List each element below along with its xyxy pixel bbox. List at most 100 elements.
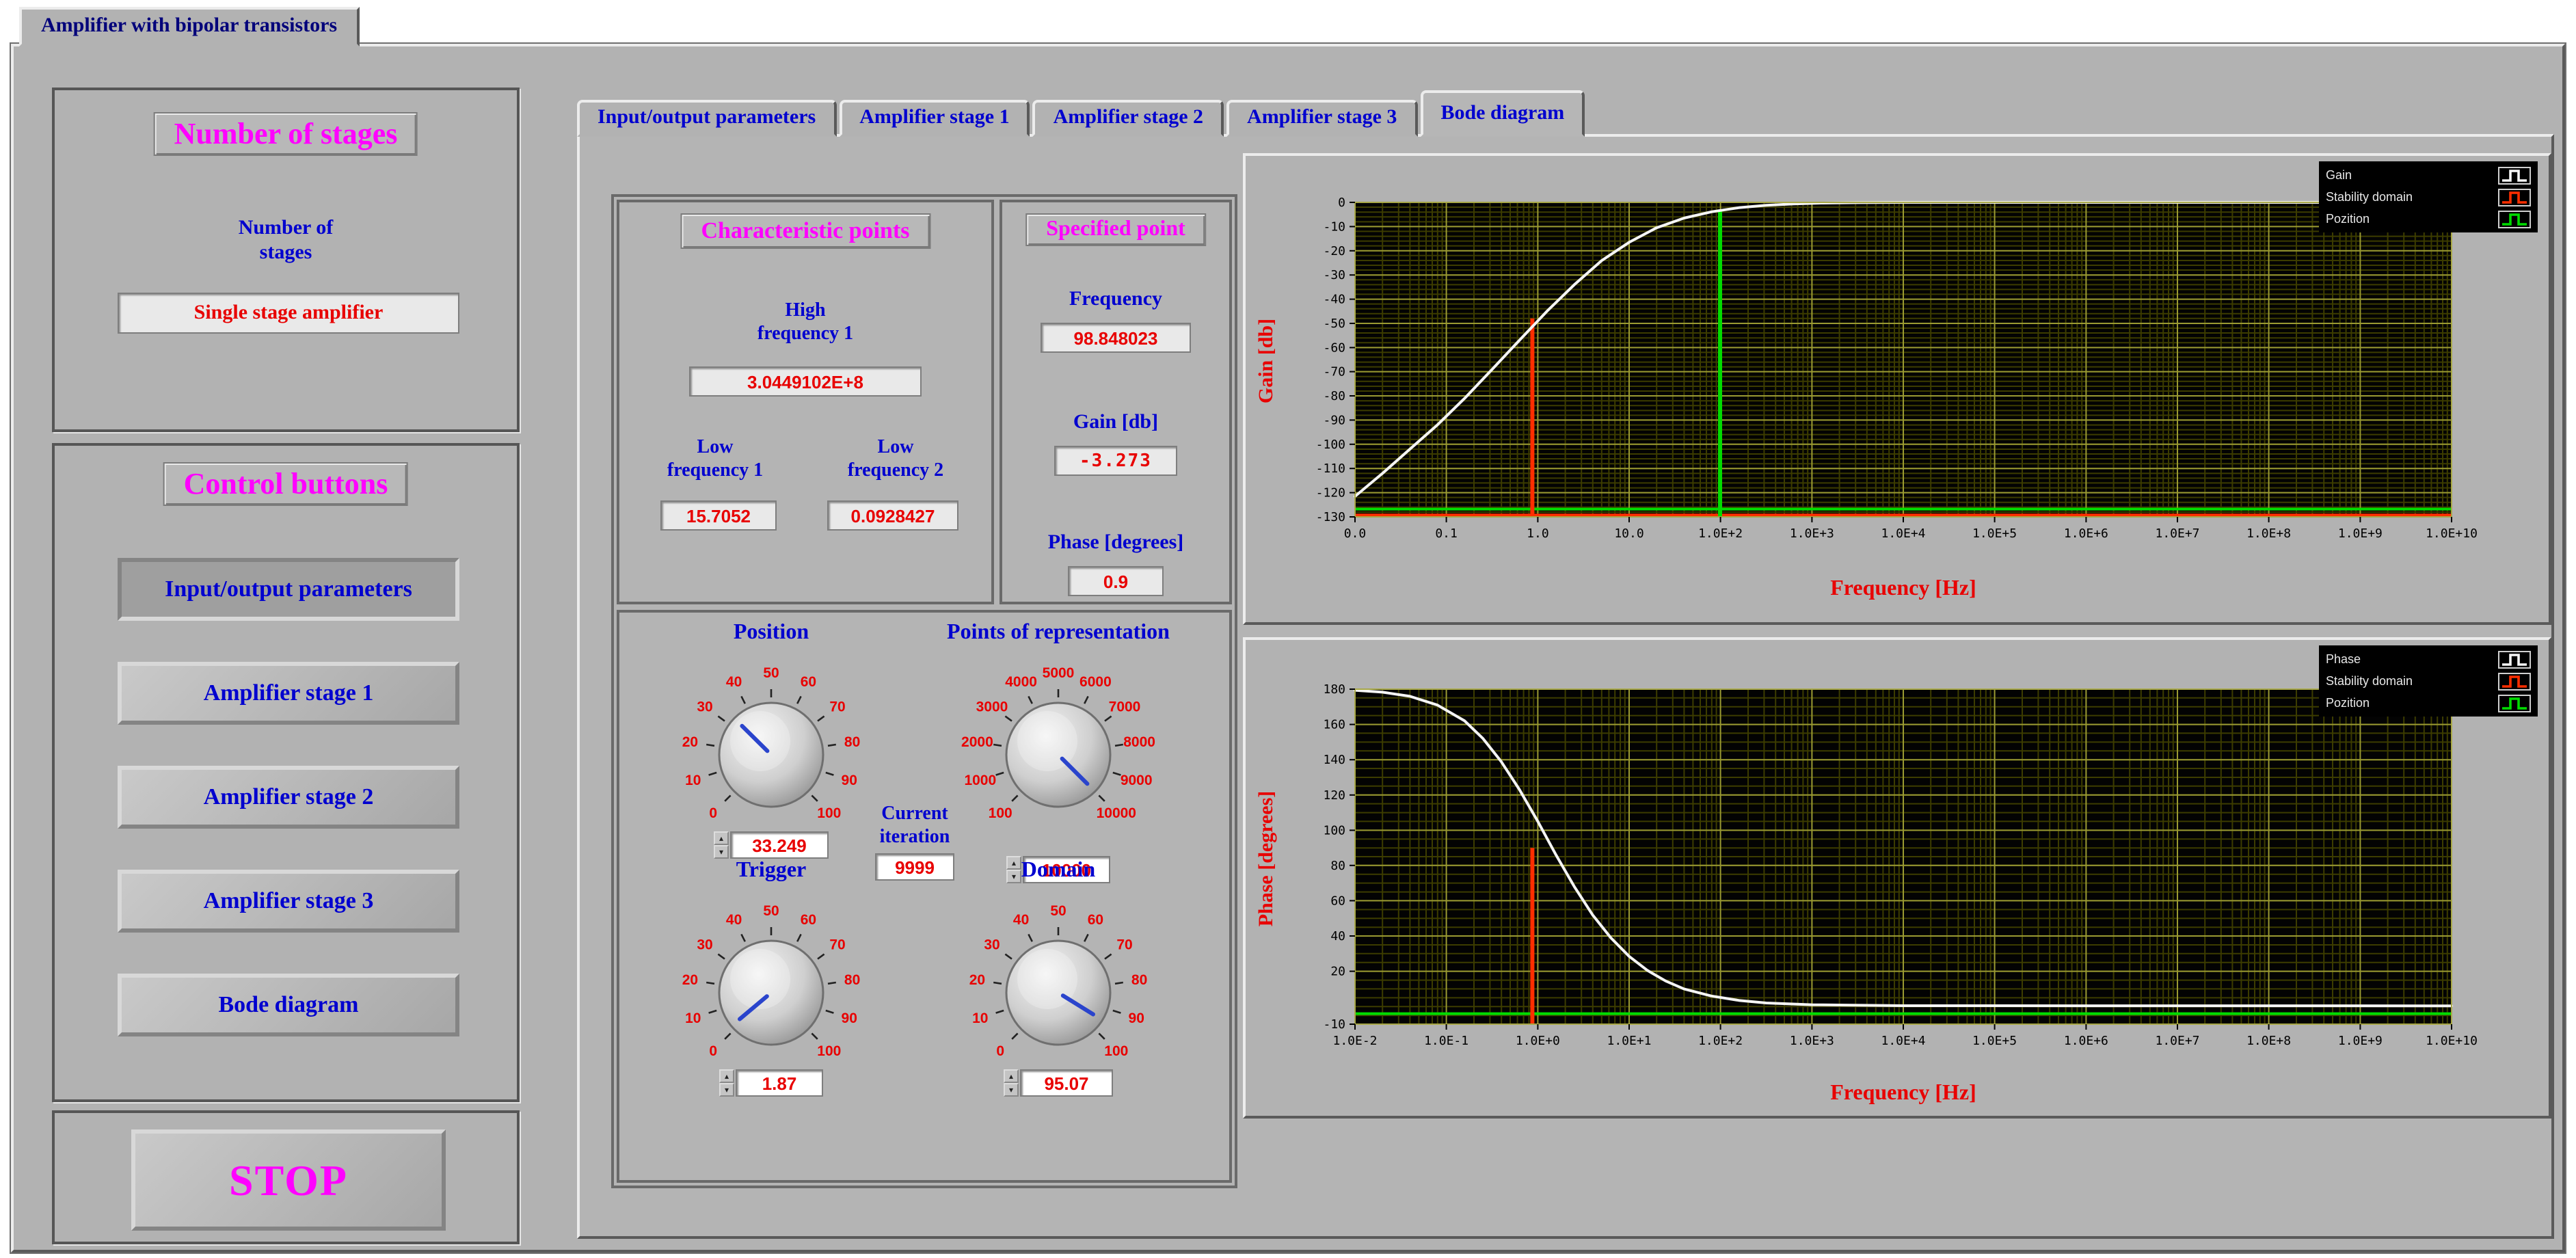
spinner-down-icon[interactable]: ▾ — [714, 845, 729, 859]
svg-text:-100: -100 — [1316, 438, 1345, 452]
number-of-stages-value[interactable]: Single stage amplifier — [118, 293, 459, 334]
svg-text:30: 30 — [697, 937, 712, 952]
svg-text:1.0E-1: 1.0E-1 — [1424, 1034, 1468, 1048]
spinner-up-icon[interactable]: ▴ — [719, 1069, 734, 1083]
svg-text:10: 10 — [685, 1011, 701, 1026]
low-frequency1-value[interactable]: 15.7052 — [660, 500, 777, 531]
phase-chart-legend[interactable]: Phase Stability domain Pozition — [2319, 645, 2538, 717]
characteristic-points-group: Characteristic points High frequency 1 3… — [617, 200, 994, 604]
position-value[interactable]: 33.249 — [730, 831, 829, 859]
spinner-down-icon[interactable]: ▾ — [1004, 1083, 1019, 1097]
spinner-up-icon[interactable]: ▴ — [1004, 1069, 1019, 1083]
svg-text:0: 0 — [709, 1043, 717, 1059]
high-frequency-label: High frequency 1 — [619, 301, 991, 347]
svg-text:70: 70 — [829, 937, 845, 952]
svg-text:160: 160 — [1323, 718, 1345, 732]
legend-label: Phase — [2326, 652, 2361, 666]
control-buttons-list: Input/output parameters Amplifier stage 1… — [118, 558, 459, 1036]
legend-label: Pozition — [2326, 696, 2370, 710]
low-frequency1-label: Low frequency 1 — [633, 438, 797, 483]
phase-chart: Phase [degrees] 18016014012010080604020-… — [1243, 637, 2551, 1119]
specified-point-group: Specified point Frequency 98.848023 Gain… — [999, 200, 1232, 604]
svg-text:40: 40 — [1330, 929, 1345, 944]
svg-text:5000: 5000 — [1043, 665, 1075, 681]
domain-knob[interactable]: 0102030405060708090100 — [949, 881, 1168, 1099]
gain-chart-legend[interactable]: Gain Stability domain Pozition — [2319, 161, 2538, 232]
number-of-stages-label: Number of stages — [55, 216, 517, 265]
window-tab[interactable]: Amplifier with bipolar transistors — [19, 7, 359, 46]
svg-text:1.0E+10: 1.0E+10 — [2426, 526, 2478, 541]
legend-line-icon — [2498, 188, 2531, 206]
svg-text:1.0E+6: 1.0E+6 — [2064, 526, 2108, 541]
svg-text:1.0E+4: 1.0E+4 — [1881, 1034, 1925, 1048]
svg-text:100: 100 — [817, 805, 841, 821]
low-frequency2-value[interactable]: 0.0928427 — [827, 500, 958, 531]
svg-text:1.0E+7: 1.0E+7 — [2155, 526, 2199, 541]
svg-text:10: 10 — [685, 773, 701, 788]
control-buttons-group: Control buttons Input/output parametersA… — [52, 443, 520, 1102]
svg-text:1.0E+9: 1.0E+9 — [2338, 526, 2383, 541]
svg-text:30: 30 — [697, 699, 712, 714]
bode-diagram-tab-panel: Characteristic points High frequency 1 3… — [577, 134, 2554, 1239]
spinner-down-icon[interactable]: ▾ — [719, 1083, 734, 1097]
svg-text:140: 140 — [1323, 753, 1345, 767]
characteristic-points-title: Characteristic points — [680, 213, 930, 249]
svg-text:100: 100 — [989, 805, 1012, 821]
low-frequency2-label: Low frequency 2 — [814, 438, 978, 483]
svg-text:20: 20 — [682, 972, 698, 988]
legend-item-gain[interactable]: Gain — [2326, 165, 2531, 185]
button-amplifier-stage-3[interactable]: Amplifier stage 3 — [118, 870, 459, 933]
high-frequency-value[interactable]: 3.0449102E+8 — [689, 366, 922, 397]
svg-text:90: 90 — [1129, 1011, 1144, 1026]
svg-text:4000: 4000 — [1005, 674, 1037, 690]
current-iteration-label: Current iteration — [846, 804, 983, 850]
legend-item-pozition[interactable]: Pozition — [2326, 209, 2531, 228]
spinner-up-icon[interactable]: ▴ — [714, 831, 729, 845]
legend-item-stability-domain[interactable]: Stability domain — [2326, 671, 2531, 691]
svg-text:20: 20 — [1330, 965, 1345, 979]
trigger-knob[interactable]: 0102030405060708090100 — [662, 881, 881, 1099]
svg-text:1.0E+5: 1.0E+5 — [1972, 1034, 2017, 1048]
svg-text:1.0E+5: 1.0E+5 — [1972, 526, 2017, 541]
legend-line-icon — [2498, 672, 2531, 690]
svg-text:3000: 3000 — [976, 699, 1008, 714]
trigger-knob-label: Trigger — [662, 859, 881, 883]
position-knob-label: Position — [662, 621, 881, 645]
position-spinner[interactable]: ▴▾ — [714, 831, 729, 859]
legend-label: Pozition — [2326, 212, 2370, 226]
svg-text:180: 180 — [1323, 682, 1345, 697]
button-bode-diagram[interactable]: Bode diagram — [118, 974, 459, 1036]
tab-amplifier-stage-3[interactable]: Amplifier stage 3 — [1226, 100, 1417, 137]
svg-text:1.0E+9: 1.0E+9 — [2338, 1034, 2383, 1048]
svg-text:1.0E+3: 1.0E+3 — [1790, 526, 1834, 541]
svg-text:-120: -120 — [1316, 486, 1345, 500]
legend-item-phase[interactable]: Phase — [2326, 650, 2531, 669]
button-input-output-parameters[interactable]: Input/output parameters — [118, 558, 459, 621]
frequency-label: Frequency — [1002, 287, 1229, 312]
svg-text:-60: -60 — [1323, 340, 1345, 355]
tab-amplifier-stage-1[interactable]: Amplifier stage 1 — [839, 100, 1030, 137]
domain-value[interactable]: 95.07 — [1020, 1069, 1113, 1097]
gain-chart-ylabel: Gain [db] — [1256, 319, 1279, 403]
trigger-value[interactable]: 1.87 — [736, 1069, 823, 1097]
svg-text:0.1: 0.1 — [1435, 526, 1458, 541]
legend-item-pozition[interactable]: Pozition — [2326, 693, 2531, 712]
points-knob-label: Points of representation — [887, 621, 1229, 645]
button-amplifier-stage-2[interactable]: Amplifier stage 2 — [118, 766, 459, 829]
tab-input-output-parameters[interactable]: Input/output parameters — [577, 100, 836, 137]
svg-text:60: 60 — [801, 674, 816, 690]
main-tabbar: Input/output parametersAmplifier stage 1… — [577, 88, 1585, 137]
tab-bode-diagram[interactable]: Bode diagram — [1420, 90, 1585, 137]
legend-item-stability-domain[interactable]: Stability domain — [2326, 187, 2531, 206]
svg-text:50: 50 — [763, 903, 779, 919]
trigger-spinner[interactable]: ▴▾ — [719, 1069, 734, 1097]
stop-button[interactable]: STOP — [131, 1129, 446, 1231]
frequency-value[interactable]: 98.848023 — [1041, 323, 1191, 353]
gain-chart: Gain [db] 0-10-20-30-40-50-60-70-80-90-1… — [1243, 153, 2551, 625]
domain-spinner[interactable]: ▴▾ — [1004, 1069, 1019, 1097]
tab-amplifier-stage-2[interactable]: Amplifier stage 2 — [1033, 100, 1224, 137]
gain-db-value[interactable]: -3.273 — [1054, 446, 1177, 476]
button-amplifier-stage-1[interactable]: Amplifier stage 1 — [118, 662, 459, 725]
svg-text:30: 30 — [984, 937, 999, 952]
phase-degrees-value[interactable]: 0.9 — [1068, 566, 1164, 596]
